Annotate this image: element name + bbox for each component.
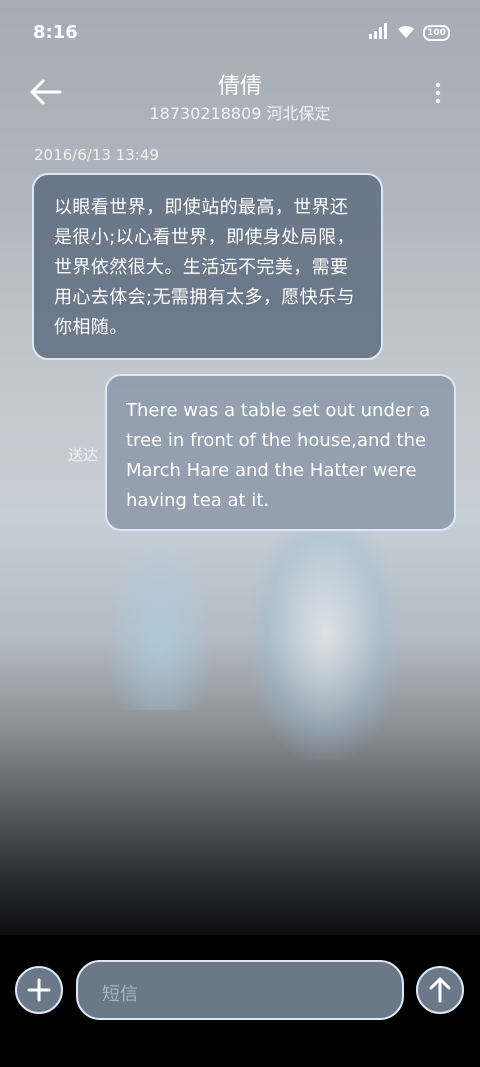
send-button[interactable]: [416, 966, 464, 1014]
more-vertical-icon: [435, 82, 441, 104]
message-input-placeholder: 短信: [102, 984, 138, 1005]
contact-name: 倩倩: [217, 74, 262, 99]
status-time: 8:16: [33, 22, 78, 43]
message-text: There was a table set out under a tree i…: [126, 400, 431, 511]
wallpaper-glass-blur: [105, 530, 215, 710]
arrow-up-icon: [429, 977, 451, 1003]
add-attachment-button[interactable]: [15, 966, 63, 1014]
delivery-status: 送达: [68, 446, 99, 464]
message-text: 以眼看世界，即使站的最高，世界还是很小;以心看世界，即使身处局限，世界依然很大。…: [54, 197, 355, 338]
incoming-message-bubble[interactable]: 以眼看世界，即使站的最高，世界还是很小;以心看世界，即使身处局限，世界依然很大。…: [32, 173, 383, 360]
plus-icon: [27, 978, 51, 1002]
status-icons: 100: [369, 23, 450, 43]
outgoing-message-bubble[interactable]: There was a table set out under a tree i…: [105, 374, 456, 531]
message-input[interactable]: 短信: [76, 960, 404, 1020]
wifi-icon: [396, 23, 416, 43]
message-timestamp: 2016/6/13 13:49: [34, 146, 159, 164]
signal-icon: [369, 23, 389, 43]
chat-header: 倩倩 18730218809 河北保定: [0, 68, 480, 128]
compose-bar: 短信: [0, 955, 480, 1025]
contact-detail: 18730218809 河北保定: [149, 104, 331, 123]
more-options-button[interactable]: [432, 80, 444, 108]
wallpaper-dessert-blur: [250, 530, 400, 760]
status-bar: 8:16 100: [0, 0, 480, 68]
battery-icon: 100: [423, 25, 450, 41]
